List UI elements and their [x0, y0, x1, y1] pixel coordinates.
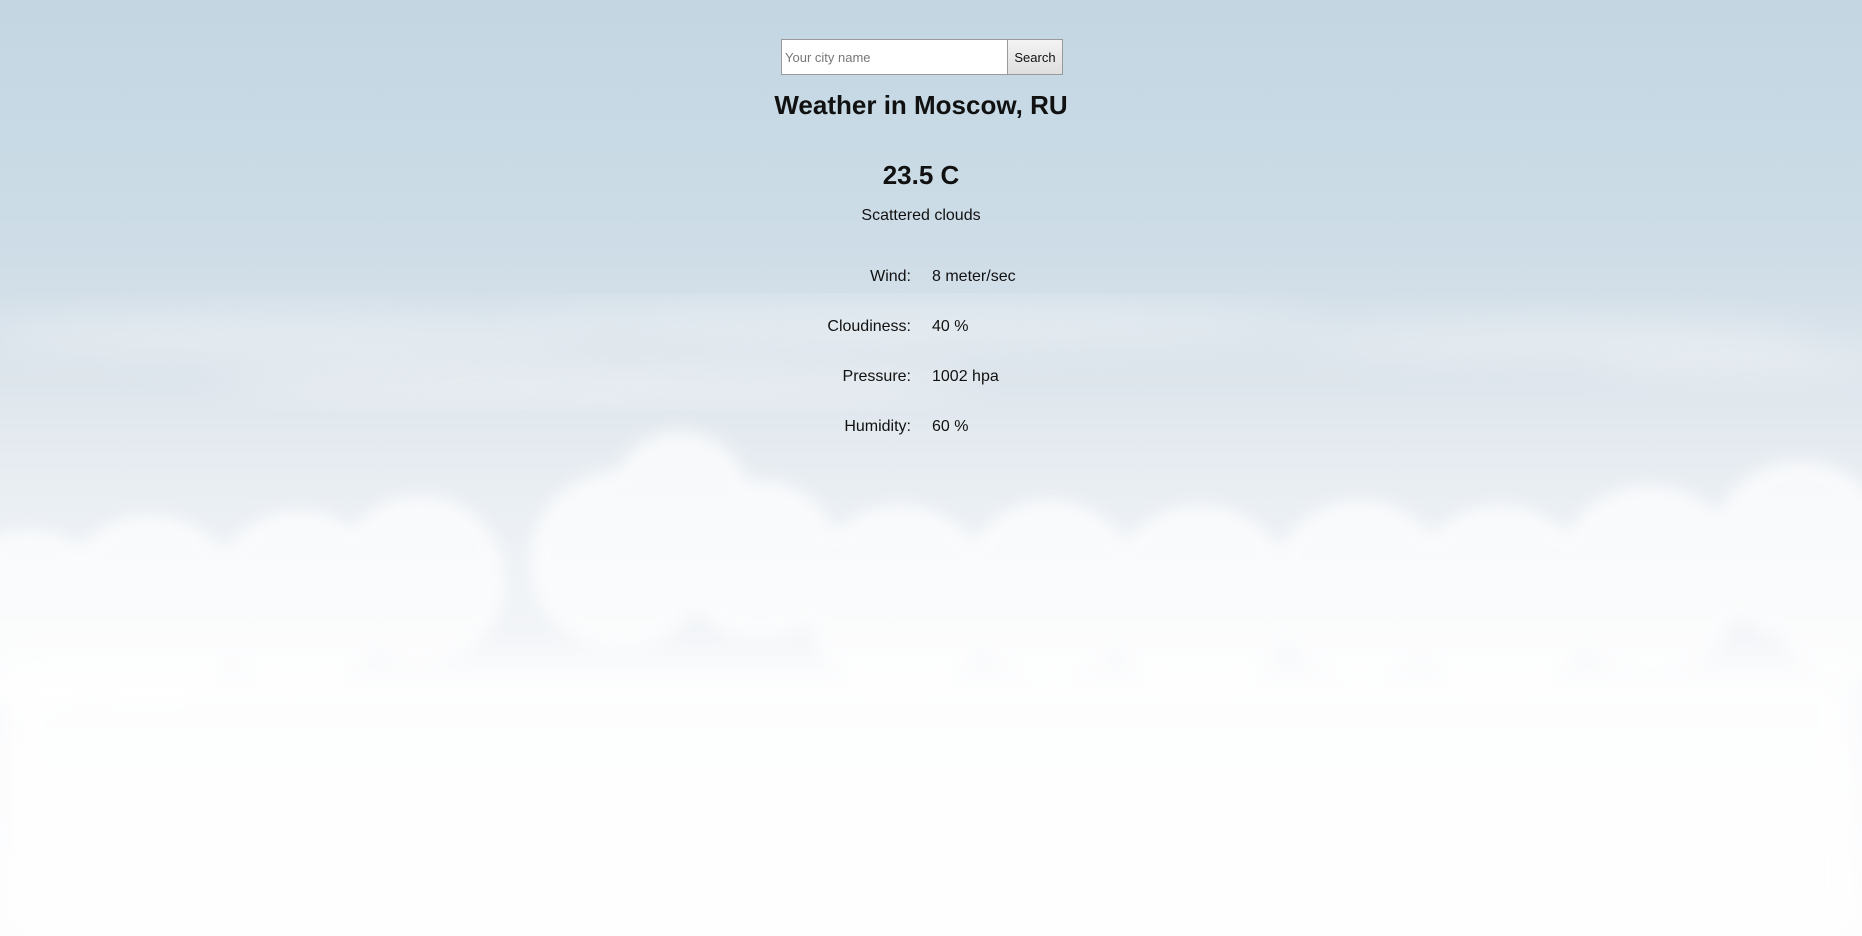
weather-page: Search Weather in Moscow, RU 23.5 C Scat… — [0, 0, 1862, 936]
detail-label: Humidity: — [844, 418, 911, 435]
weather-details: Wind: 8 meter/sec Cloudiness: 40 % Press… — [780, 268, 1080, 468]
detail-row-wind: Wind: 8 meter/sec — [780, 268, 1080, 318]
detail-row-humidity: Humidity: 60 % — [780, 418, 1080, 468]
detail-value: 60 % — [932, 418, 969, 435]
detail-value: 40 % — [932, 318, 969, 335]
detail-value: 1002 hpa — [932, 368, 999, 385]
detail-label: Wind: — [870, 268, 911, 285]
search-bar: Search — [781, 39, 1063, 75]
weather-description: Scattered clouds — [861, 207, 981, 224]
detail-value: 8 meter/sec — [932, 268, 1016, 285]
temperature-value: 23.5 C — [882, 160, 960, 190]
detail-label: Cloudiness: — [827, 318, 911, 335]
search-button[interactable]: Search — [1007, 39, 1063, 75]
city-search-input[interactable] — [781, 39, 1007, 75]
detail-row-cloudiness: Cloudiness: 40 % — [780, 318, 1080, 368]
detail-label: Pressure: — [842, 368, 911, 385]
weather-title: Weather in Moscow, RU — [774, 90, 1068, 120]
detail-row-pressure: Pressure: 1002 hpa — [780, 368, 1080, 418]
